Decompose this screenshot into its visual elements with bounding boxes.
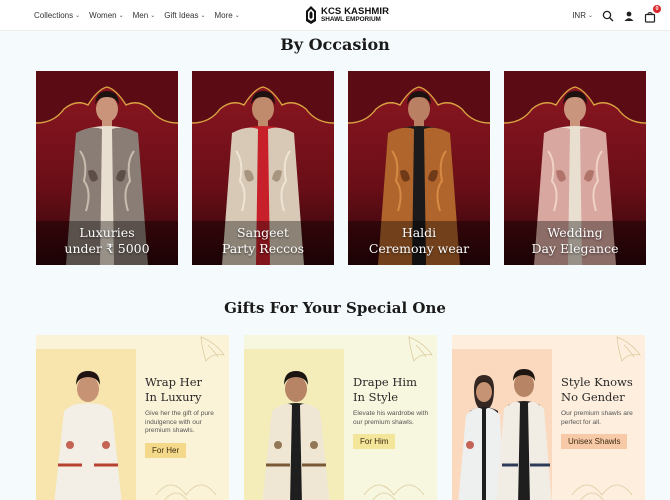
- occasion-label-line1: Luxuries: [79, 225, 135, 240]
- nav-women[interactable]: Women ⌄: [89, 11, 123, 20]
- gift-heading-line1: Style Knows: [561, 375, 633, 389]
- gift-text-block: Wrap Her In Luxury Give her the gift of …: [145, 375, 229, 458]
- nav-more[interactable]: More ⌄: [215, 11, 240, 20]
- nav-label: More: [214, 11, 233, 20]
- search-icon[interactable]: [602, 10, 614, 22]
- occasion-label-line2: Ceremony wear: [368, 241, 470, 256]
- occasion-card[interactable]: Haldi Ceremony wear: [348, 71, 490, 265]
- nav-men[interactable]: Men ⌄: [133, 11, 156, 20]
- site-header: Collections ⌄ Women ⌄ Men ⌄ Gift Ideas ⌄ Mor…: [0, 0, 670, 31]
- gift-text-block: Style Knows No Gender Our premium shawls…: [561, 375, 645, 449]
- gift-heading-line1: Wrap Her: [145, 375, 203, 389]
- logo-title: KCS KASHMIR: [321, 5, 390, 17]
- occasion-card[interactable]: Luxuries under ₹ 5000: [36, 71, 178, 265]
- account-icon[interactable]: [623, 10, 635, 22]
- gift-heading-line2: In Style: [353, 390, 399, 404]
- header-tools: INR ⌄ 0: [572, 0, 661, 31]
- chevron-down-icon: ⌄: [75, 12, 81, 19]
- section-title-occasion: By Occasion: [280, 35, 390, 54]
- occasion-label-line2: Day Elegance: [531, 241, 619, 256]
- chevron-down-icon: ⌄: [200, 12, 206, 19]
- main-nav: Collections ⌄ Women ⌄ Men ⌄ Gift Ideas ⌄ Mor…: [34, 0, 240, 31]
- occasion-label-line1: Haldi: [401, 225, 437, 240]
- currency-selector[interactable]: INR ⌄: [572, 11, 593, 20]
- gift-card[interactable]: Style Knows No Gender Our premium shawls…: [452, 335, 645, 500]
- occasion-card[interactable]: Sangeet Party Reccos: [192, 71, 334, 265]
- site-logo[interactable]: KCS KASHMIR SHAWL EMPORIUM: [304, 4, 389, 26]
- section-title-gifts: Gifts For Your Special One: [224, 299, 446, 317]
- cart-count-badge: 0: [653, 4, 661, 13]
- gift-heading-line2: No Gender: [561, 390, 625, 404]
- occasion-label-line2: Party Reccos: [221, 241, 305, 256]
- gift-description: Our premium shawls are perfect for all.: [561, 410, 633, 426]
- gift-cta-button[interactable]: For Her: [145, 442, 187, 458]
- occasion-label: Wedding Day Elegance: [504, 225, 646, 257]
- logo-subtitle: SHAWL EMPORIUM: [321, 16, 381, 24]
- cart-button[interactable]: 0: [644, 4, 661, 23]
- occasion-label-line1: Sangeet: [237, 225, 289, 240]
- gift-cta-button[interactable]: For Him: [353, 434, 396, 449]
- occasion-label: Haldi Ceremony wear: [348, 225, 490, 257]
- gift-text-block: Drape Him In Style Elevate his wardrobe …: [353, 375, 437, 449]
- chevron-down-icon: ⌄: [118, 12, 124, 19]
- occasion-label: Luxuries under ₹ 5000: [36, 225, 178, 257]
- nav-label: Collections: [34, 11, 74, 20]
- chevron-down-icon: ⌄: [234, 12, 240, 19]
- nav-gift-ideas[interactable]: Gift Ideas ⌄: [164, 11, 205, 20]
- gift-description: Give her the gift of pure indulgence wit…: [145, 410, 214, 434]
- logo-emblem-icon: [306, 6, 316, 24]
- gift-description: Elevate his wardrobe with our premium sh…: [353, 410, 429, 426]
- gift-card[interactable]: Wrap Her In Luxury Give her the gift of …: [36, 335, 229, 500]
- occasion-card[interactable]: Wedding Day Elegance: [504, 71, 646, 265]
- gift-heading-line2: In Luxury: [145, 390, 202, 404]
- nav-label: Men: [132, 11, 149, 20]
- nav-label: Gift Ideas: [164, 11, 199, 20]
- chevron-down-icon: ⌄: [150, 12, 156, 19]
- occasion-label: Sangeet Party Reccos: [192, 225, 334, 257]
- gift-card[interactable]: Drape Him In Style Elevate his wardrobe …: [244, 335, 437, 500]
- nav-collections[interactable]: Collections ⌄: [34, 11, 80, 20]
- nav-label: Women: [89, 11, 117, 20]
- occasion-label-line1: Wedding: [547, 225, 603, 240]
- gift-heading-line1: Drape Him: [353, 375, 418, 389]
- chevron-down-icon: ⌄: [587, 12, 593, 19]
- currency-label: INR: [572, 11, 586, 20]
- occasion-label-line2: under ₹ 5000: [64, 241, 150, 256]
- gift-cta-button[interactable]: Unisex Shawls: [561, 434, 628, 449]
